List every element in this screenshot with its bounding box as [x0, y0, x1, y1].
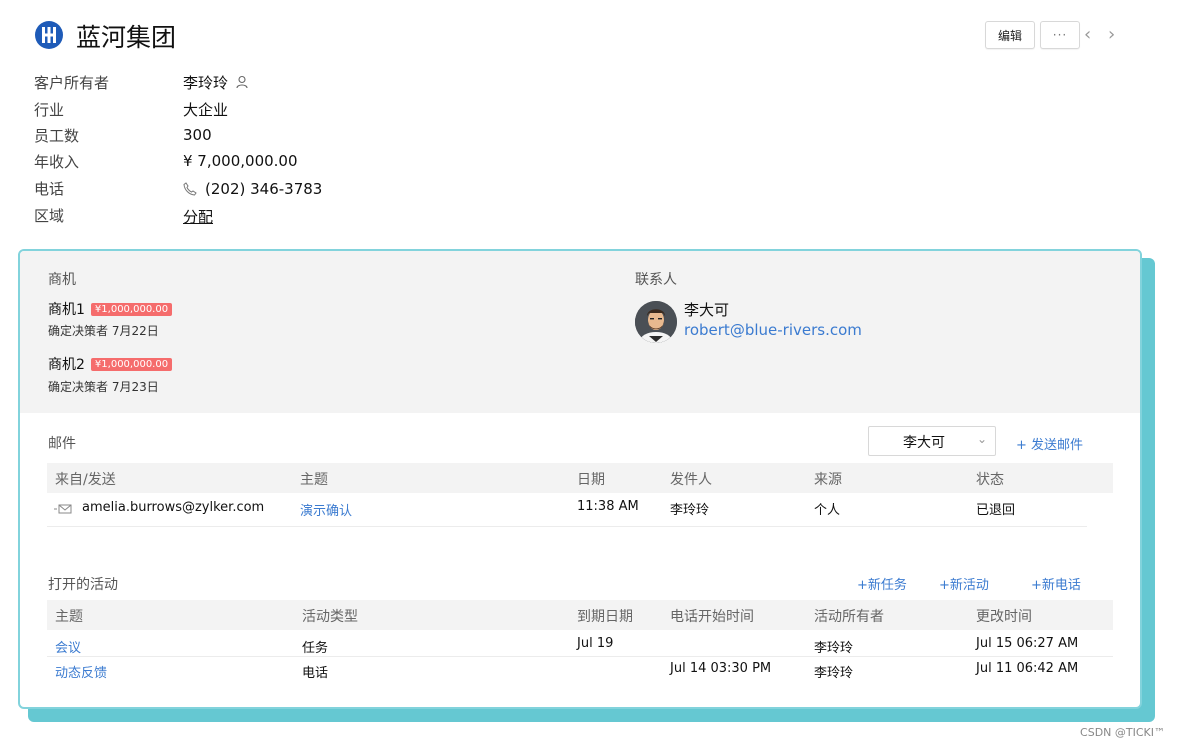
- mail-status: 已退回: [976, 503, 1016, 518]
- company-name: 蓝河集团: [76, 23, 177, 52]
- column-header[interactable]: 日期: [577, 469, 605, 489]
- revenue-value: ¥ 7,000,000.00: [183, 152, 298, 170]
- new-task-link[interactable]: +新任务: [857, 574, 907, 593]
- deal-item-2[interactable]: 商机2 ¥1,000,000.00: [48, 354, 173, 374]
- deal-name[interactable]: 商机2: [48, 357, 85, 373]
- next-record-icon[interactable]: ›: [1108, 24, 1115, 45]
- deal-item-1[interactable]: 商机1 ¥1,000,000.00: [48, 299, 173, 319]
- column-header[interactable]: 到期日期: [577, 606, 633, 626]
- owner-label: 客户所有者: [34, 74, 110, 92]
- employees-label: 员工数: [34, 127, 80, 145]
- activity-type: 电话: [302, 666, 329, 681]
- phone-number[interactable]: (202) 346-3783: [205, 180, 322, 198]
- contact-avatar[interactable]: [635, 301, 677, 343]
- revenue-label: 年收入: [34, 153, 80, 171]
- employees-value: 300: [183, 126, 212, 144]
- chevron-down-icon: ⌄: [976, 432, 987, 446]
- deal-stage: 确定决策者 7月23日: [48, 380, 159, 394]
- industry-value: 大企业: [183, 101, 229, 119]
- column-header[interactable]: 更改时间: [976, 606, 1032, 626]
- activity-type: 任务: [302, 641, 329, 656]
- industry-label: 行业: [34, 101, 65, 119]
- activity-owner: 李玲玲: [814, 666, 854, 681]
- edit-button[interactable]: 编辑: [985, 21, 1035, 49]
- card-summary-area: [20, 251, 1140, 413]
- deals-section-title: 商机: [48, 272, 76, 288]
- contact-email-link[interactable]: robert@blue-rivers.com: [684, 321, 862, 339]
- mail-sender: 李玲玲: [670, 503, 710, 518]
- column-header[interactable]: 主题: [55, 606, 83, 626]
- phone-value: (202) 346-3783: [183, 180, 322, 198]
- column-header[interactable]: 发件人: [670, 469, 712, 489]
- mail-table-header: 来自/发送 主题 日期 发件人 来源 状态: [47, 463, 1113, 493]
- column-header[interactable]: 来源: [814, 469, 842, 489]
- deal-amount-badge: ¥1,000,000.00: [90, 358, 173, 371]
- column-header[interactable]: 来自/发送: [55, 469, 116, 489]
- previous-record-icon[interactable]: ‹: [1084, 24, 1091, 45]
- column-header[interactable]: 状态: [976, 469, 1004, 489]
- company-logo: [35, 21, 63, 49]
- envelope-icon: [54, 504, 72, 514]
- mail-date: 11:38 AM: [577, 499, 639, 514]
- phone-label: 电话: [34, 180, 65, 198]
- activity-due: Jul 19: [577, 636, 614, 651]
- activities-table-header: 主题 活动类型 到期日期 电话开始时间 活动所有者 更改时间: [47, 600, 1113, 630]
- user-icon[interactable]: [236, 75, 250, 89]
- column-header[interactable]: 电话开始时间: [670, 606, 754, 626]
- activity-modified: Jul 11 06:42 AM: [976, 661, 1079, 676]
- watermark: CSDN @TICKI™: [1080, 726, 1165, 739]
- owner-value: 李玲玲: [183, 72, 250, 93]
- divider: [47, 656, 1113, 657]
- contact-name[interactable]: 李大可: [684, 299, 729, 320]
- mail-subject-link[interactable]: 演示确认: [300, 500, 352, 519]
- selected-contact: 李大可: [903, 435, 945, 451]
- activity-subject-link[interactable]: 动态反馈: [55, 662, 107, 681]
- divider: [47, 526, 1087, 527]
- column-header[interactable]: 活动所有者: [814, 606, 884, 626]
- mail-from: amelia.burrows@zylker.com: [82, 500, 265, 515]
- deal-name[interactable]: 商机1: [48, 302, 85, 318]
- activity-call-start: Jul 14 03:30 PM: [670, 661, 772, 676]
- activity-modified: Jul 15 06:27 AM: [976, 636, 1079, 651]
- activity-owner: 李玲玲: [814, 641, 854, 656]
- send-email-link[interactable]: + 发送邮件: [1016, 434, 1083, 453]
- deal-stage: 确定决策者 7月22日: [48, 324, 159, 338]
- owner-name: 李玲玲: [183, 74, 229, 92]
- region-label: 区域: [34, 207, 65, 225]
- column-header[interactable]: 主题: [300, 469, 328, 489]
- column-header[interactable]: 活动类型: [302, 606, 358, 626]
- mail-source: 个人: [814, 503, 841, 518]
- more-options-button[interactable]: ···: [1040, 21, 1080, 49]
- contact-select-dropdown[interactable]: 李大可 ⌄: [868, 426, 996, 456]
- contacts-section-title: 联系人: [635, 272, 677, 288]
- deal-amount-badge: ¥1,000,000.00: [90, 303, 173, 316]
- new-event-link[interactable]: +新活动: [939, 574, 989, 593]
- open-activities-title: 打开的活动: [48, 577, 118, 593]
- activity-subject-link[interactable]: 会议: [55, 637, 81, 656]
- related-info-card: 商机 商机1 ¥1,000,000.00 确定决策者 7月22日 商机2 ¥1,00…: [18, 249, 1142, 709]
- mail-section-title: 邮件: [48, 436, 76, 452]
- new-call-link[interactable]: +新电话: [1031, 574, 1081, 593]
- phone-icon[interactable]: [183, 182, 197, 196]
- region-assign-link[interactable]: 分配: [183, 206, 213, 227]
